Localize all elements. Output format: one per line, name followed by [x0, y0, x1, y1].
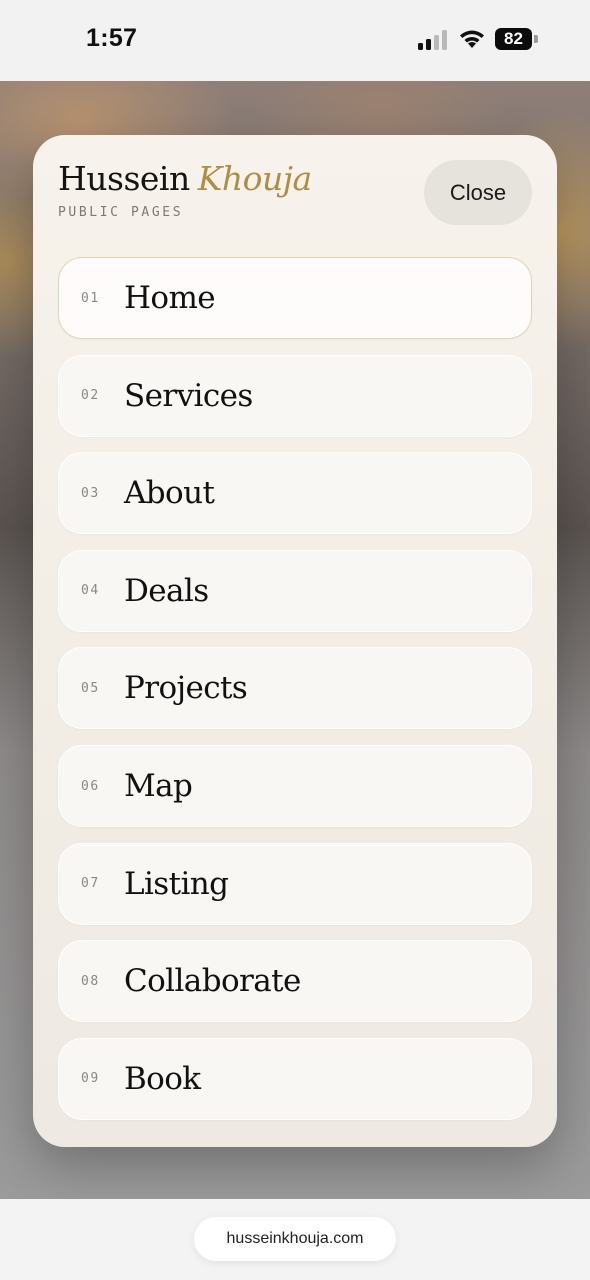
nav-item-number: 01 — [81, 290, 100, 306]
nav-item-label: About — [124, 475, 215, 512]
browser-bottom-bar: husseinkhouja.com — [0, 1199, 590, 1280]
nav-item-label: Collaborate — [124, 963, 301, 1000]
nav-item-projects[interactable]: 05 Projects — [58, 647, 532, 730]
nav-item-number: 03 — [81, 485, 100, 501]
menu-subtitle: PUBLIC PAGES — [58, 205, 184, 220]
nav-item-label: Projects — [124, 670, 248, 707]
battery-level: 82 — [504, 29, 523, 48]
nav-item-number: 08 — [81, 973, 100, 989]
nav-item-number: 02 — [81, 388, 100, 404]
nav-item-number: 06 — [81, 778, 100, 794]
nav-item-label: Deals — [124, 572, 209, 609]
nav-item-map[interactable]: 06 Map — [58, 745, 532, 827]
status-time: 1:57 — [86, 24, 138, 52]
nav-item-number: 05 — [81, 680, 100, 696]
nav-item-collaborate[interactable]: 08 Collaborate — [58, 940, 532, 1023]
brand-last-name: Khouja — [197, 159, 312, 198]
brand-first-name: Hussein — [58, 159, 190, 198]
nav-item-label: Listing — [124, 865, 229, 902]
battery-icon: 82 — [495, 28, 532, 50]
nav-item-label: Book — [124, 1060, 201, 1097]
nav-item-number: 09 — [81, 1071, 100, 1087]
nav-item-listing[interactable]: 07 Listing — [58, 842, 532, 925]
nav-item-home[interactable]: 01 Home — [58, 257, 532, 339]
nav-item-services[interactable]: 02 Services — [58, 354, 532, 437]
wifi-icon — [460, 30, 484, 48]
brand-name: Hussein Khouja — [58, 159, 312, 198]
nav-item-label: Home — [124, 280, 216, 316]
close-button[interactable]: Close — [424, 160, 532, 225]
battery-cap — [534, 35, 538, 43]
signal-icon — [418, 30, 447, 50]
nav-item-about[interactable]: 03 About — [58, 452, 532, 535]
nav-item-number: 04 — [81, 583, 100, 599]
status-bar: 1:57 82 — [0, 0, 590, 81]
url-bar[interactable]: husseinkhouja.com — [194, 1217, 396, 1261]
nav-item-book[interactable]: 09 Book — [58, 1037, 532, 1120]
nav-item-label: Services — [124, 377, 253, 414]
nav-item-deals[interactable]: 04 Deals — [58, 549, 532, 632]
navigation-menu-panel: Hussein Khouja PUBLIC PAGES Close 01 Home 0… — [33, 135, 557, 1147]
nav-item-label: Map — [124, 768, 193, 804]
nav-item-number: 07 — [81, 876, 100, 892]
